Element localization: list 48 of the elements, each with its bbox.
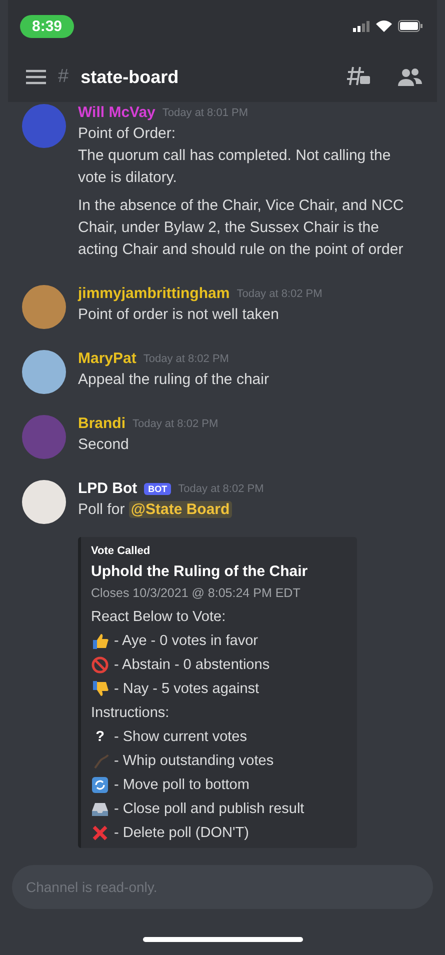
- battery-icon: [398, 20, 423, 32]
- message-text: In the absence of the Chair, Vice Chair, and NCC Chair, under Bylaw 2, the Sussex Chair is the acting Chair and should rule on the point of order: [78, 196, 405, 260]
- prohibited-icon: [91, 656, 109, 674]
- embed-text: - Nay - 5 votes against: [114, 680, 260, 699]
- channel-hash: #: [58, 66, 69, 88]
- embed-text: - Delete poll (DON'T): [114, 824, 249, 843]
- message-text: Point of Order: The quorum call has completed. Not calling the vote is dilatory.: [78, 124, 392, 188]
- thumbs-up-icon: [91, 632, 109, 650]
- cross-mark-icon: [91, 824, 109, 842]
- thumbs-down-icon: [91, 680, 109, 698]
- menu-button[interactable]: [26, 69, 46, 85]
- author-name[interactable]: Brandi: [78, 415, 126, 432]
- members-button[interactable]: [397, 67, 423, 87]
- bot-tag: BOT: [144, 482, 172, 494]
- timestamp: Today at 8:02 PM: [143, 352, 229, 364]
- threads-button[interactable]: [347, 66, 371, 88]
- avatar[interactable]: [22, 350, 66, 394]
- embed-subtitle: Closes 10/3/2021 @ 8:05:24 PM EDT: [91, 586, 302, 600]
- inbox-tray-icon: [91, 800, 109, 818]
- embed-title: Uphold the Ruling of the Chair: [91, 563, 309, 580]
- embed-text: - Whip outstanding votes: [114, 752, 274, 771]
- message-text: Point of order is not well taken: [78, 305, 280, 325]
- author-name[interactable]: MaryPat: [78, 350, 136, 367]
- avatar[interactable]: [22, 480, 66, 524]
- message-text: Second: [78, 435, 130, 455]
- embed-author: Vote Called: [91, 545, 152, 557]
- embed-text: - Abstain - 0 abstentions: [114, 656, 270, 675]
- wifi-icon: [376, 20, 392, 32]
- timestamp: Today at 8:01 PM: [162, 106, 248, 118]
- message-text: Poll for: [78, 501, 125, 518]
- timestamp: Today at 8:02 PM: [132, 418, 218, 430]
- timestamp: Today at 8:02 PM: [236, 288, 322, 300]
- mention-link[interactable]: @State Board: [128, 501, 232, 518]
- embed-text: Instructions:: [91, 704, 170, 723]
- message-text: Appeal the ruling of the chair: [78, 370, 270, 390]
- channel-name: state-board: [80, 66, 180, 88]
- timestamp: Today at 8:02 PM: [178, 482, 264, 494]
- embed-text: - Move poll to bottom: [114, 776, 250, 795]
- embed-text: - Aye - 0 votes in favor: [114, 632, 258, 651]
- signal-icon: [353, 20, 370, 32]
- author-name[interactable]: LPD Bot: [78, 480, 138, 497]
- embed-text: - Close poll and publish result: [114, 800, 304, 819]
- author-name[interactable]: jimmyjambrittingham: [78, 285, 230, 302]
- refresh-icon: [91, 776, 109, 794]
- status-time: 8:39: [20, 14, 74, 38]
- embed-text: - Show current votes: [114, 728, 247, 747]
- embed-text: React Below to Vote:: [91, 608, 226, 627]
- question-icon: ?: [91, 726, 109, 748]
